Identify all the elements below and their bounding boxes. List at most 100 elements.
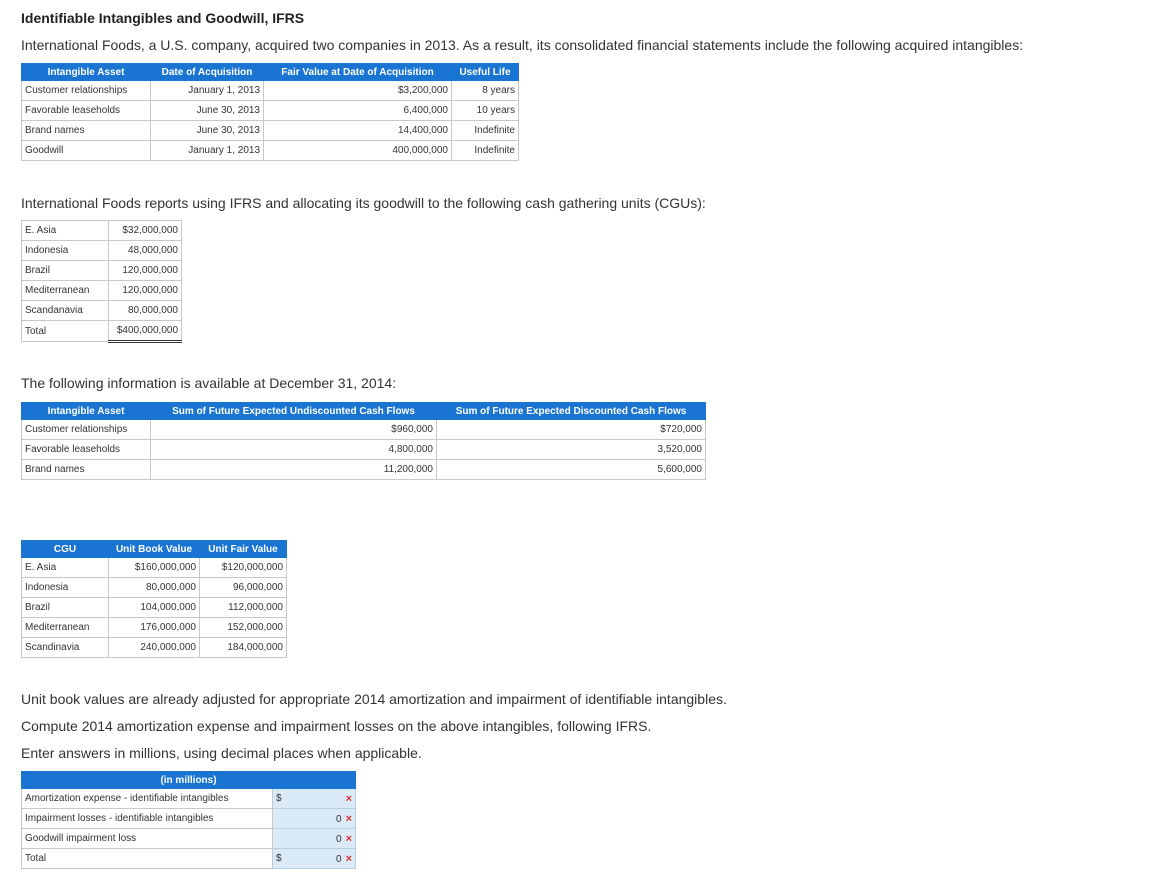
table-row: Mediterranean 176,000,000 152,000,000 — [21, 617, 287, 638]
header-in-millions: (in millions) — [21, 771, 356, 789]
amortization-expense-input[interactable]: × — [285, 788, 356, 809]
cell: 112,000,000 — [199, 597, 287, 618]
answer-value: 0 — [336, 813, 342, 825]
incorrect-icon: × — [345, 852, 352, 865]
cell: 184,000,000 — [199, 637, 287, 658]
cell: 8 years — [451, 80, 519, 101]
cgu-intro-text: International Foods reports using IFRS a… — [21, 195, 706, 211]
cell: Total — [21, 320, 109, 342]
table-row: Brazil 120,000,000 — [21, 260, 182, 281]
table-row: Brand names 11,200,000 5,600,000 — [21, 459, 706, 480]
table-header-row: CGU Unit Book Value Unit Fair Value — [21, 540, 287, 558]
cell: E. Asia — [21, 220, 109, 241]
cell: June 30, 2013 — [150, 100, 264, 121]
cell: 10 years — [451, 100, 519, 121]
table-row: E. Asia $160,000,000 $120,000,000 — [21, 557, 287, 578]
cell: January 1, 2013 — [150, 80, 264, 101]
cell: 152,000,000 — [199, 617, 287, 638]
header-unit-book-value: Unit Book Value — [108, 540, 200, 558]
table-row: Indonesia 80,000,000 96,000,000 — [21, 577, 287, 598]
cell: Favorable leaseholds — [21, 100, 151, 121]
table-row: Customer relationships $960,000 $720,000 — [21, 419, 706, 440]
cell: Mediterranean — [21, 617, 109, 638]
note-compute: Compute 2014 amortization expense and im… — [21, 718, 652, 734]
note-book-values: Unit book values are already adjusted fo… — [21, 691, 727, 707]
answer-row-goodwill: Goodwill impairment loss 0 × — [21, 828, 356, 849]
note-enter-millions: Enter answers in millions, using decimal… — [21, 745, 422, 761]
cell: Brand names — [21, 120, 151, 141]
header-intangible-asset: Intangible Asset — [21, 402, 151, 420]
answer-row-amortization: Amortization expense - identifiable inta… — [21, 788, 356, 809]
table-row: Mediterranean 120,000,000 — [21, 280, 182, 301]
total-input[interactable]: 0 × — [285, 848, 356, 869]
cell: Brazil — [21, 597, 109, 618]
table-header-row: (in millions) — [21, 771, 356, 789]
cell: 14,400,000 — [263, 120, 452, 141]
table-row: Brand names June 30, 2013 14,400,000 Ind… — [21, 120, 519, 141]
cell: $120,000,000 — [199, 557, 287, 578]
incorrect-icon: × — [345, 812, 352, 825]
incorrect-icon: × — [345, 792, 352, 805]
cell: 48,000,000 — [108, 240, 182, 261]
cell: 96,000,000 — [199, 577, 287, 598]
table-row: E. Asia $32,000,000 — [21, 220, 182, 241]
cell: $400,000,000 — [108, 320, 182, 343]
answer-label: Goodwill impairment loss — [21, 828, 273, 849]
incorrect-icon: × — [345, 832, 352, 845]
answer-value: 0 — [336, 833, 342, 845]
cell: Indefinite — [451, 120, 519, 141]
cell: Mediterranean — [21, 280, 109, 301]
impairment-losses-input[interactable]: 0 × — [285, 808, 356, 829]
cell: Customer relationships — [21, 80, 151, 101]
cell: Brazil — [21, 260, 109, 281]
cell: 80,000,000 — [108, 300, 182, 321]
cell: 4,800,000 — [150, 439, 437, 460]
table-row: Scandanavia 80,000,000 — [21, 300, 182, 321]
cell: 80,000,000 — [108, 577, 200, 598]
cell: 400,000,000 — [263, 140, 452, 161]
table-row: Favorable leaseholds 4,800,000 3,520,000 — [21, 439, 706, 460]
cell: 6,400,000 — [263, 100, 452, 121]
total-row: Total $400,000,000 — [21, 320, 182, 343]
cell: 104,000,000 — [108, 597, 200, 618]
cell: $160,000,000 — [108, 557, 200, 578]
cell: Indonesia — [21, 240, 109, 261]
answer-row-impairment: Impairment losses - identifiable intangi… — [21, 808, 356, 829]
goodwill-impairment-input[interactable]: 0 × — [285, 828, 356, 849]
cell: Favorable leaseholds — [21, 439, 151, 460]
table-row: Brazil 104,000,000 112,000,000 — [21, 597, 287, 618]
page-title: Identifiable Intangibles and Goodwill, I… — [21, 10, 305, 26]
answer-row-total: Total $ 0 × — [21, 848, 356, 869]
cell: Customer relationships — [21, 419, 151, 440]
cell: Scandinavia — [21, 637, 109, 658]
answer-label: Amortization expense - identifiable inta… — [21, 788, 273, 809]
cell: $960,000 — [150, 419, 437, 440]
header-undiscounted: Sum of Future Expected Undiscounted Cash… — [150, 402, 437, 420]
answer-value: 0 — [336, 853, 342, 865]
cell: 11,200,000 — [150, 459, 437, 480]
cell: Goodwill — [21, 140, 151, 161]
cell: Brand names — [21, 459, 151, 480]
cell: January 1, 2013 — [150, 140, 264, 161]
cell: E. Asia — [21, 557, 109, 578]
cell: 3,520,000 — [436, 439, 706, 460]
cell: $32,000,000 — [108, 220, 182, 241]
goodwill-allocation-table: E. Asia $32,000,000 Indonesia 48,000,000… — [21, 220, 182, 343]
answer-label: Total — [21, 848, 273, 869]
cash-flows-table: Intangible Asset Sum of Future Expected … — [21, 402, 706, 480]
header-fair-value: Fair Value at Date of Acquisition — [263, 63, 452, 81]
cell: 240,000,000 — [108, 637, 200, 658]
dollar-sign: $ — [272, 788, 285, 809]
cell: Indonesia — [21, 577, 109, 598]
december-intro-text: The following information is available a… — [21, 375, 397, 391]
cell: Scandanavia — [21, 300, 109, 321]
dollar-sign: $ — [272, 848, 285, 869]
table-header-row: Intangible Asset Date of Acquisition Fai… — [21, 63, 519, 81]
cell: 176,000,000 — [108, 617, 200, 638]
intangibles-table: Intangible Asset Date of Acquisition Fai… — [21, 63, 519, 161]
table-row: Scandinavia 240,000,000 184,000,000 — [21, 637, 287, 658]
cell: 5,600,000 — [436, 459, 706, 480]
table-header-row: Intangible Asset Sum of Future Expected … — [21, 402, 706, 420]
header-useful-life: Useful Life — [451, 63, 519, 81]
table-row: Favorable leaseholds June 30, 2013 6,400… — [21, 100, 519, 121]
